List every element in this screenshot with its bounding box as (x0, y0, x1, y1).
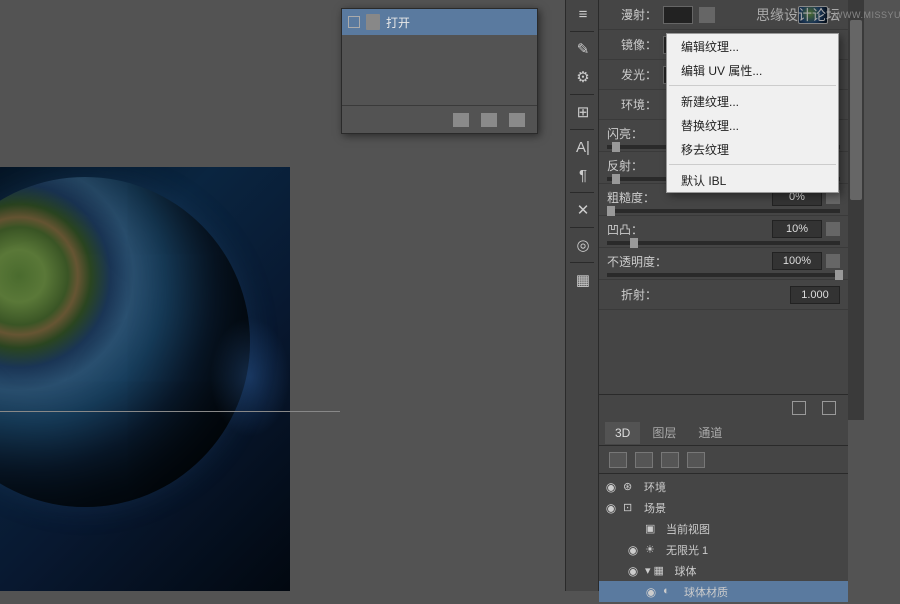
ctx-edit-uv[interactable]: 编辑 UV 属性... (667, 58, 838, 82)
shine-label: 闪亮： (607, 125, 643, 142)
filter-mesh-icon[interactable] (635, 452, 653, 468)
refraction-label: 折射： (607, 286, 657, 303)
filter-material-icon[interactable] (661, 452, 679, 468)
checkbox-icon[interactable] (348, 16, 360, 28)
adjustments-icon[interactable]: ≡ (566, 0, 600, 28)
swatches-icon[interactable]: ▦ (566, 266, 600, 294)
roughness-slider[interactable] (607, 209, 840, 213)
tab-3d[interactable]: 3D (605, 422, 640, 444)
diffuse-texture-icon[interactable] (699, 7, 715, 23)
ctx-replace-texture[interactable]: 替换纹理... (667, 113, 838, 137)
glow-label: 发光： (607, 66, 657, 83)
watermark-url: WWW.MISSYUAN.COM (834, 10, 900, 20)
texture-context-menu: 编辑纹理... 编辑 UV 属性... 新建纹理... 替换纹理... 移去纹理… (666, 33, 839, 193)
tree-label: 当前视图 (666, 521, 710, 537)
scene-tree: ◉ ⊛ 环境 ◉ ⊡ 场景 ▣ 当前视图 ◉ ☀ 无限光 1 ◉ ▾ ▦ 球体 … (599, 474, 848, 604)
visibility-icon[interactable]: ◉ (599, 501, 623, 515)
material-icon: ◐ (663, 585, 679, 599)
filter-scene-icon[interactable] (609, 452, 627, 468)
mesh-icon: ▦ (654, 564, 670, 578)
visibility-icon[interactable]: ◉ (621, 564, 645, 578)
3d-panel: 3D 图层 通道 ◉ ⊛ 环境 ◉ ⊡ 场景 ▣ 当前视图 ◉ ☀ 无限光 1 (599, 420, 848, 591)
paragraph-icon[interactable]: ¶ (566, 161, 600, 189)
filter-bar (599, 446, 848, 474)
refraction-row: 折射： 1.000 (599, 280, 848, 310)
ctx-separator (669, 85, 836, 86)
popup-item-open[interactable]: 打开 (342, 9, 537, 35)
cc-icon[interactable]: ◎ (566, 231, 600, 259)
bump-row: 凹凸： 10% (599, 216, 848, 248)
opacity-value[interactable]: 100% (772, 252, 822, 270)
layer-popup-panel: 打开 (341, 8, 538, 134)
brush-settings-icon[interactable]: ⚙ (566, 63, 600, 91)
filter-light-icon[interactable] (687, 452, 705, 468)
env-label: 环境： (607, 96, 657, 113)
popup-footer (342, 105, 537, 133)
tree-label: 环境 (644, 479, 666, 495)
ctx-remove-texture[interactable]: 移去纹理 (667, 137, 838, 161)
canvas-area (0, 0, 340, 591)
camera-icon[interactable] (481, 113, 497, 127)
tree-label: 场景 (644, 500, 666, 516)
ctx-new-texture[interactable]: 新建纹理... (667, 89, 838, 113)
guide-line[interactable] (0, 411, 340, 412)
reflect-label: 反射： (607, 157, 643, 174)
tools-icon[interactable]: ✕ (566, 196, 600, 224)
bump-slider[interactable] (607, 241, 840, 245)
bump-value[interactable]: 10% (772, 220, 822, 238)
roughness-label: 粗糙度： (607, 189, 655, 206)
document-viewport[interactable] (0, 167, 290, 591)
tree-sphere-material[interactable]: ◉ ◐ 球体材质 (599, 581, 848, 602)
diffuse-swatch[interactable] (663, 6, 693, 24)
tree-current-view[interactable]: ▣ 当前视图 (599, 518, 848, 539)
camera-icon: ▣ (645, 522, 661, 536)
expand-icon[interactable]: ▾ (645, 564, 651, 577)
tree-label: 球体材质 (684, 584, 728, 600)
specular-label: 镜像： (607, 36, 657, 53)
environment-icon: ⊛ (623, 480, 639, 494)
histogram-icon[interactable]: ⊞ (566, 98, 600, 126)
scrollbar-thumb[interactable] (850, 20, 862, 200)
document-icon (366, 14, 380, 30)
link-icon[interactable] (453, 113, 469, 127)
visibility-icon[interactable]: ◉ (599, 480, 623, 494)
ctx-default-ibl[interactable]: 默认 IBL (667, 168, 838, 192)
visibility-icon[interactable]: ◉ (639, 585, 663, 599)
light-icon: ☀ (645, 543, 661, 557)
visibility-icon[interactable]: ◉ (621, 543, 645, 557)
scene-icon: ⊡ (623, 501, 639, 515)
ctx-edit-texture[interactable]: 编辑纹理... (667, 34, 838, 58)
opacity-slider[interactable] (607, 273, 840, 277)
trash-icon[interactable] (509, 113, 525, 127)
vertical-scrollbar[interactable] (848, 0, 864, 420)
brush-tool-icon[interactable]: ✎ (566, 35, 600, 63)
tab-layers[interactable]: 图层 (642, 420, 686, 445)
trash-icon[interactable] (822, 401, 836, 415)
refraction-value[interactable]: 1.000 (790, 286, 840, 304)
bump-label: 凹凸： (607, 221, 643, 238)
opacity-label: 不透明度： (607, 253, 667, 270)
opacity-folder-icon[interactable] (826, 254, 840, 268)
tree-label: 无限光 1 (666, 542, 708, 558)
props-panel-footer (599, 394, 848, 420)
tree-environment[interactable]: ◉ ⊛ 环境 (599, 476, 848, 497)
diffuse-label: 漫射： (607, 6, 657, 23)
ctx-separator (669, 164, 836, 165)
render-icon[interactable] (792, 401, 806, 415)
panel-tabs: 3D 图层 通道 (599, 420, 848, 446)
tree-label: 球体 (675, 563, 697, 579)
watermark-text: 思缘设计论坛 (756, 5, 840, 25)
bump-folder-icon[interactable] (826, 222, 840, 236)
popup-item-label: 打开 (386, 14, 410, 31)
tree-scene[interactable]: ◉ ⊡ 场景 (599, 497, 848, 518)
character-icon[interactable]: A| (566, 133, 600, 161)
tree-infinite-light[interactable]: ◉ ☀ 无限光 1 (599, 539, 848, 560)
tree-sphere[interactable]: ◉ ▾ ▦ 球体 (599, 560, 848, 581)
tab-channels[interactable]: 通道 (688, 420, 732, 445)
tool-column: ≡ ✎ ⚙ ⊞ A| ¶ ✕ ◎ ▦ (565, 0, 599, 591)
opacity-row: 不透明度： 100% (599, 248, 848, 280)
nebula-glow (210, 317, 290, 437)
